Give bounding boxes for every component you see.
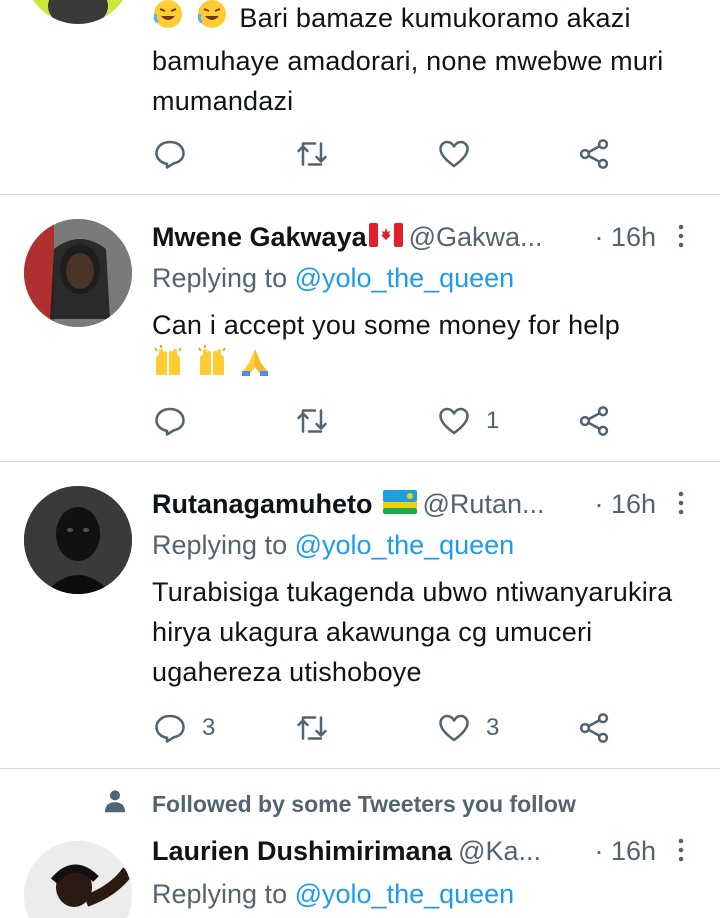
share-icon — [579, 406, 609, 436]
retweet-icon — [297, 716, 327, 740]
share-icon — [579, 713, 609, 743]
share-button[interactable] — [576, 706, 612, 750]
reply-icon — [155, 140, 185, 169]
tweet-partial[interactable]: Bari bamaze kumukoramo akazi bamuhaye am… — [0, 0, 720, 194]
tweet-text: Bari bamaze kumukoramo akazi bamuhaye am… — [152, 0, 692, 121]
share-button[interactable] — [576, 399, 612, 443]
tweet-text-body: Bari bamaze kumukoramo akazi bamuhaye am… — [152, 3, 664, 117]
more-options-icon[interactable] — [672, 831, 690, 871]
social-context: Followed by some Tweeters you follow — [100, 787, 576, 821]
timestamp[interactable]: · 16h — [594, 831, 656, 871]
replying-to: Replying to @yolo_the_queen — [152, 526, 514, 564]
retweet-button[interactable] — [294, 132, 330, 176]
avatar[interactable] — [24, 841, 132, 918]
more-options-icon[interactable] — [672, 484, 690, 524]
display-name[interactable]: Mwene Gakwaya — [152, 222, 367, 253]
like-button[interactable]: 1 — [436, 399, 499, 443]
avatar[interactable] — [24, 486, 132, 594]
like-count: 3 — [486, 714, 500, 741]
tweet-header: Mwene Gakwaya @Gakwa... — [152, 217, 543, 257]
retweet-icon — [297, 142, 327, 166]
avatar[interactable] — [24, 219, 132, 327]
canada-flag-emoji — [368, 222, 403, 252]
reply-button[interactable] — [152, 132, 188, 176]
tweet-header: Rutanagamuheto @Rutan... — [152, 484, 544, 524]
folded-hands-emoji — [239, 345, 271, 388]
replying-to-label: Replying to — [152, 879, 288, 909]
reply-button[interactable] — [152, 399, 188, 443]
tweet[interactable]: Followed by some Tweeters you follow Lau… — [0, 769, 720, 918]
mention-link[interactable]: @yolo_the_queen — [295, 263, 515, 293]
replying-to-label: Replying to — [152, 263, 288, 293]
display-name[interactable]: Rutanagamuheto — [152, 489, 373, 520]
tweet-header: Laurien Dushimirimana @Ka... — [152, 831, 541, 871]
avatar[interactable] — [24, 0, 132, 24]
tweet[interactable]: Rutanagamuheto @Rutan... · 16h Replying … — [0, 462, 720, 768]
tweet-text: Turabisiga tukagenda ubwo ntiwanyarukira… — [152, 577, 673, 687]
reply-button[interactable]: 3 — [152, 706, 215, 750]
user-handle[interactable]: @Ka... — [458, 836, 541, 867]
social-context-text: Followed by some Tweeters you follow — [152, 790, 576, 817]
heart-icon — [439, 407, 469, 435]
user-handle[interactable]: @Gakwa... — [409, 222, 543, 253]
like-count: 1 — [486, 407, 500, 434]
display-name[interactable]: Laurien Dushimirimana — [152, 836, 452, 867]
retweet-button[interactable] — [294, 399, 330, 443]
reply-icon — [155, 407, 185, 436]
heart-icon — [439, 714, 469, 742]
rolling-laughing-emoji — [152, 0, 184, 41]
like-button[interactable]: 3 — [436, 706, 499, 750]
share-button[interactable] — [576, 132, 612, 176]
emoji-row — [152, 345, 692, 388]
timestamp[interactable]: · 16h — [594, 217, 656, 257]
rwanda-flag-emoji — [382, 489, 417, 519]
tweet-text-body: Can i accept you some money for help — [152, 310, 620, 340]
more-options-icon[interactable] — [672, 217, 690, 257]
raising-hands-emoji — [152, 345, 184, 388]
timestamp[interactable]: · 16h — [594, 484, 656, 524]
like-button[interactable] — [436, 132, 472, 176]
retweet-icon — [297, 409, 327, 433]
reply-count: 3 — [202, 714, 216, 741]
user-handle[interactable]: @Rutan... — [423, 489, 545, 520]
tweet[interactable]: Mwene Gakwaya @Gakwa... · 16h Replying t… — [0, 195, 720, 461]
replying-to: Replying to @yolo_the_queen — [152, 259, 514, 297]
action-bar — [152, 132, 632, 176]
mention-link[interactable]: @yolo_the_queen — [295, 530, 515, 560]
rolling-laughing-emoji — [196, 0, 228, 41]
mention-link[interactable]: @yolo_the_queen — [295, 879, 515, 909]
share-icon — [579, 139, 609, 169]
replying-to: Replying to @yolo_the_queen — [152, 875, 514, 913]
tweet-text: Can i accept you some money for help — [152, 305, 692, 388]
person-icon — [100, 786, 130, 822]
raising-hands-emoji — [196, 345, 228, 388]
replying-to-label: Replying to — [152, 530, 288, 560]
reply-icon — [155, 714, 185, 743]
heart-icon — [439, 140, 469, 168]
retweet-button[interactable] — [294, 706, 330, 750]
action-bar: 1 — [152, 399, 632, 443]
action-bar: 3 3 — [152, 706, 632, 750]
